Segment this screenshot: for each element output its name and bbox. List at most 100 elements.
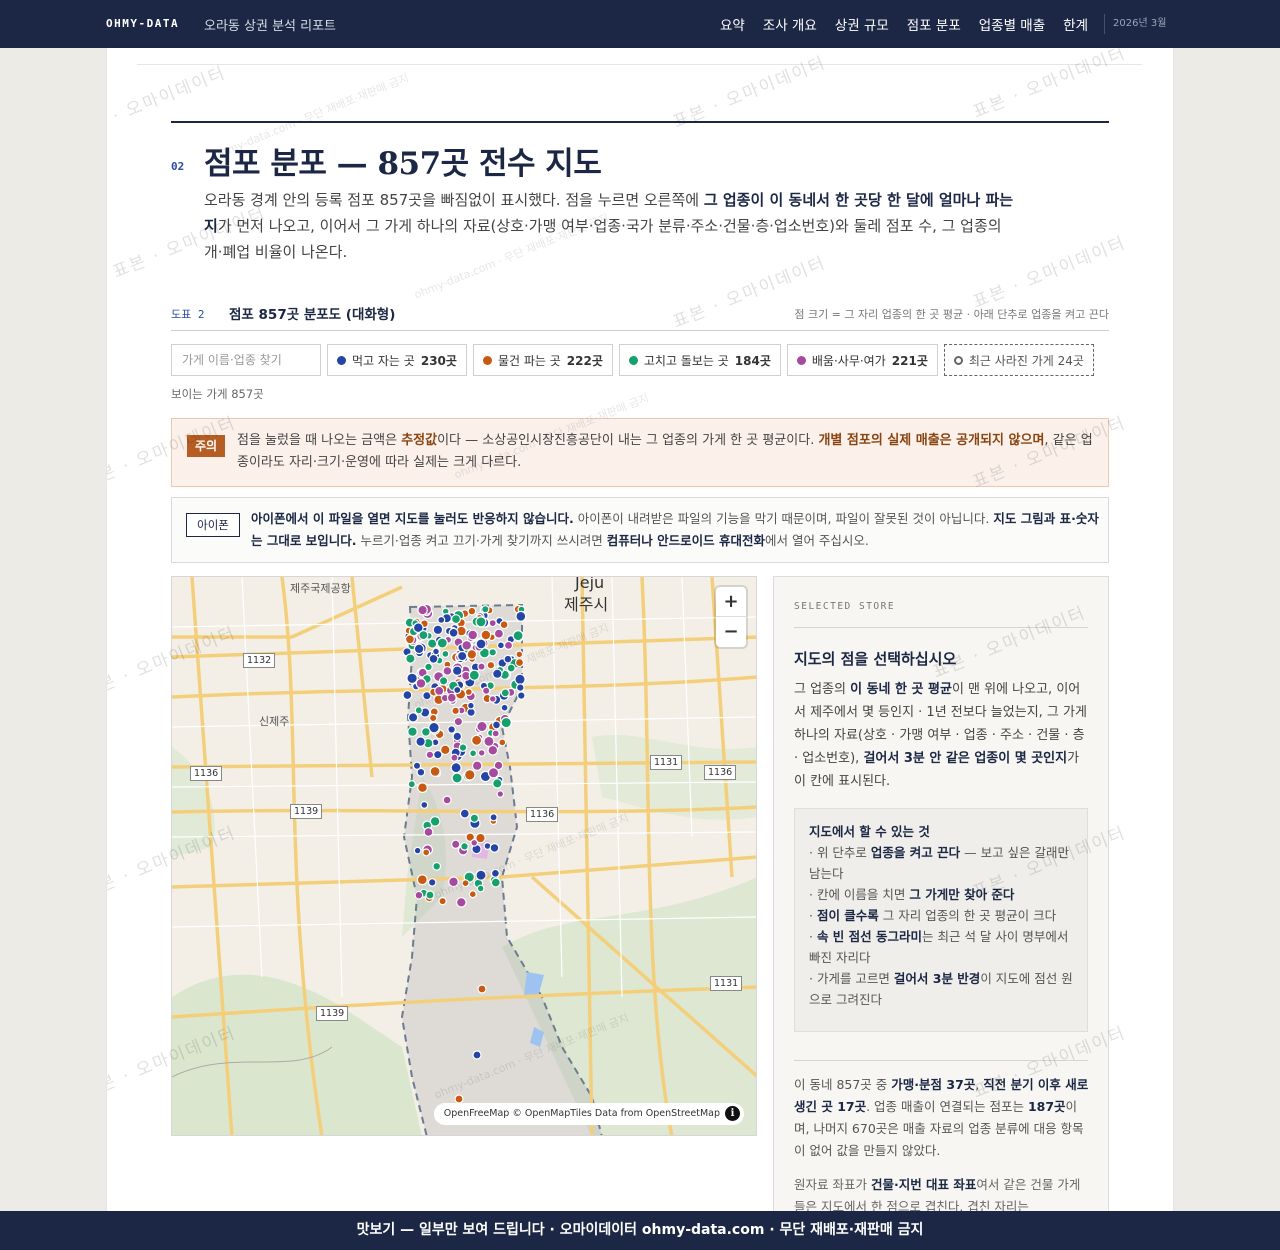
store-point[interactable] bbox=[418, 629, 429, 641]
store-point[interactable] bbox=[454, 1094, 464, 1104]
category-toggle-food-lodging[interactable]: 먹고 자는 곳 230곳 bbox=[327, 344, 467, 376]
store-map[interactable]: 제주국제공항 Jeju 제주시 신제주 1132 1136 1139 1136 … bbox=[171, 576, 757, 1136]
store-point[interactable] bbox=[480, 629, 492, 641]
store-point[interactable] bbox=[490, 868, 500, 878]
store-point[interactable] bbox=[414, 706, 423, 715]
store-point[interactable] bbox=[467, 701, 475, 710]
nav-link-scale[interactable]: 상권 규모 bbox=[835, 14, 889, 34]
store-point[interactable] bbox=[512, 630, 524, 642]
store-point[interactable] bbox=[446, 692, 457, 703]
store-point[interactable] bbox=[406, 672, 418, 685]
store-point[interactable] bbox=[503, 654, 513, 664]
store-point[interactable] bbox=[448, 627, 459, 638]
store-point[interactable] bbox=[500, 716, 512, 729]
brand-logo[interactable]: OHMY-DATA bbox=[106, 17, 179, 30]
store-point[interactable] bbox=[420, 800, 429, 809]
store-point[interactable] bbox=[467, 629, 479, 641]
store-point[interactable] bbox=[415, 677, 427, 689]
zoom-out-button[interactable]: − bbox=[716, 617, 746, 647]
store-point[interactable] bbox=[489, 813, 498, 822]
store-point[interactable] bbox=[467, 606, 477, 616]
store-point[interactable] bbox=[470, 838, 479, 847]
store-point[interactable] bbox=[432, 647, 440, 656]
store-point[interactable] bbox=[453, 685, 462, 695]
store-point[interactable] bbox=[405, 653, 416, 664]
store-point[interactable] bbox=[516, 691, 526, 700]
store-point[interactable] bbox=[441, 649, 450, 658]
store-point[interactable] bbox=[476, 884, 485, 893]
category-toggle-retail[interactable]: 물건 파는 곳 222곳 bbox=[472, 344, 613, 376]
store-point[interactable] bbox=[489, 843, 500, 853]
store-point[interactable] bbox=[475, 616, 487, 628]
store-point[interactable] bbox=[464, 687, 473, 696]
store-point[interactable] bbox=[428, 653, 439, 664]
store-point[interactable] bbox=[442, 665, 453, 676]
store-point[interactable] bbox=[432, 624, 444, 636]
store-point[interactable] bbox=[477, 748, 486, 757]
nav-link-distribution[interactable]: 점포 분포 bbox=[907, 14, 961, 34]
store-point[interactable] bbox=[471, 734, 483, 746]
store-point[interactable] bbox=[488, 618, 497, 628]
store-point[interactable] bbox=[461, 879, 470, 888]
nav-link-limits[interactable]: 한계 bbox=[1063, 14, 1088, 34]
category-toggle-service[interactable]: 고치고 돌보는 곳 184곳 bbox=[618, 344, 781, 376]
store-point[interactable] bbox=[453, 716, 464, 727]
store-point[interactable] bbox=[451, 665, 463, 676]
store-point[interactable] bbox=[491, 729, 500, 738]
category-toggle-education-office[interactable]: 배움·사무·여가 221곳 bbox=[786, 344, 938, 376]
closed-stores-toggle[interactable]: 최근 사라진 가게 24곳 bbox=[943, 344, 1094, 376]
store-point[interactable] bbox=[515, 683, 525, 692]
store-point[interactable] bbox=[427, 878, 437, 887]
store-point[interactable] bbox=[416, 874, 428, 886]
store-point[interactable] bbox=[498, 738, 507, 747]
nav-link-summary[interactable]: 요약 bbox=[720, 14, 745, 34]
store-point[interactable] bbox=[492, 668, 503, 680]
store-point[interactable] bbox=[463, 769, 476, 781]
map-attribution[interactable]: OpenFreeMap © OpenMapTiles Data from Ope… bbox=[433, 1103, 744, 1125]
store-point[interactable] bbox=[487, 767, 500, 779]
store-point[interactable] bbox=[429, 765, 441, 777]
store-point[interactable] bbox=[413, 643, 425, 655]
nav-link-survey[interactable]: 조사 개요 bbox=[763, 14, 817, 34]
store-point[interactable] bbox=[483, 735, 495, 747]
store-point[interactable] bbox=[451, 839, 461, 849]
store-point[interactable] bbox=[432, 861, 442, 871]
zoom-in-button[interactable]: + bbox=[716, 587, 746, 617]
store-point[interactable] bbox=[503, 640, 514, 651]
store-point[interactable] bbox=[500, 688, 510, 698]
store-point[interactable] bbox=[450, 762, 462, 774]
store-point[interactable] bbox=[402, 690, 413, 701]
store-point[interactable] bbox=[436, 637, 448, 649]
store-point[interactable] bbox=[476, 720, 488, 733]
store-point[interactable] bbox=[469, 813, 480, 823]
store-point[interactable] bbox=[475, 638, 487, 650]
store-point[interactable] bbox=[515, 650, 524, 659]
store-point[interactable] bbox=[486, 660, 496, 670]
store-point[interactable] bbox=[437, 615, 446, 624]
store-point[interactable] bbox=[461, 640, 473, 651]
store-point[interactable] bbox=[460, 842, 469, 851]
store-point[interactable] bbox=[438, 896, 447, 906]
store-point[interactable] bbox=[451, 614, 462, 625]
store-point[interactable] bbox=[425, 750, 435, 760]
store-point[interactable] bbox=[439, 744, 451, 756]
store-point[interactable] bbox=[412, 761, 422, 770]
nav-link-sales[interactable]: 업종별 매출 bbox=[979, 14, 1045, 34]
store-point[interactable] bbox=[466, 649, 478, 660]
store-point[interactable] bbox=[420, 726, 431, 737]
store-point[interactable] bbox=[493, 628, 504, 639]
store-point[interactable] bbox=[468, 669, 480, 681]
store-point[interactable] bbox=[492, 778, 503, 789]
store-point[interactable] bbox=[407, 780, 416, 789]
store-point[interactable] bbox=[515, 610, 527, 622]
store-point[interactable] bbox=[481, 605, 490, 614]
store-point[interactable] bbox=[488, 694, 497, 703]
store-point[interactable] bbox=[413, 846, 422, 855]
store-point[interactable] bbox=[455, 897, 467, 908]
store-point[interactable] bbox=[417, 604, 428, 616]
store-point[interactable] bbox=[414, 890, 424, 900]
store-point[interactable] bbox=[442, 795, 452, 805]
store-point[interactable] bbox=[506, 663, 516, 673]
store-point[interactable] bbox=[451, 772, 463, 784]
store-point[interactable] bbox=[490, 877, 501, 888]
